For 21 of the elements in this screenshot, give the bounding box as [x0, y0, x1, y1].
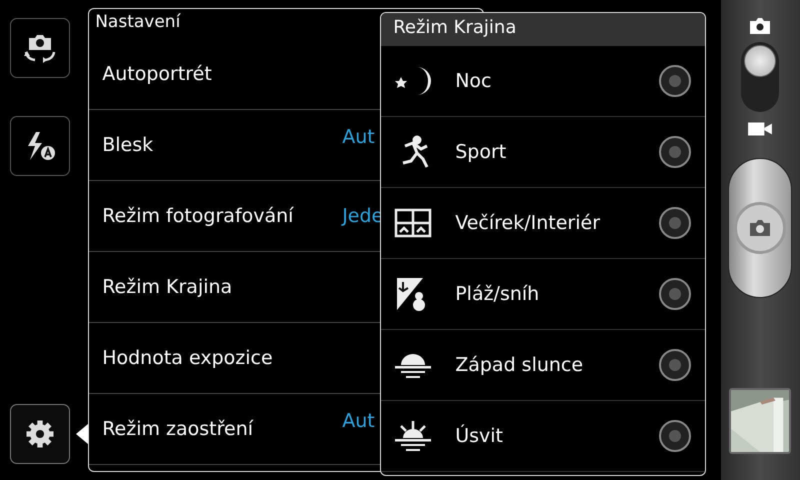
scene-option[interactable]: Večírek/Interiér — [381, 188, 706, 259]
radio-button[interactable] — [659, 65, 692, 97]
dialog-title: Režim Krajina — [381, 13, 706, 46]
radio-button[interactable] — [659, 136, 692, 168]
scene-option[interactable]: Sport — [381, 117, 706, 188]
scene-option[interactable]: Noc — [381, 46, 706, 117]
scene-option[interactable]: Úsvit — [381, 401, 706, 472]
camera-switch-button[interactable] — [10, 18, 70, 78]
video-camera-icon — [747, 120, 774, 138]
flash-button[interactable] — [10, 116, 70, 176]
radio-button[interactable] — [659, 207, 692, 239]
radio-button[interactable] — [659, 420, 692, 452]
settings-button[interactable] — [10, 404, 70, 464]
scene-option[interactable]: Západ slunce — [381, 330, 706, 401]
radio-button[interactable] — [659, 278, 692, 310]
mode-switch[interactable] — [741, 42, 780, 112]
panel-title: Nastavení — [95, 12, 180, 32]
scene-option[interactable]: Pláž/sníh — [381, 259, 706, 330]
camera-icon — [748, 218, 772, 238]
radio-button[interactable] — [659, 349, 692, 381]
gallery-thumbnail[interactable] — [729, 388, 792, 454]
